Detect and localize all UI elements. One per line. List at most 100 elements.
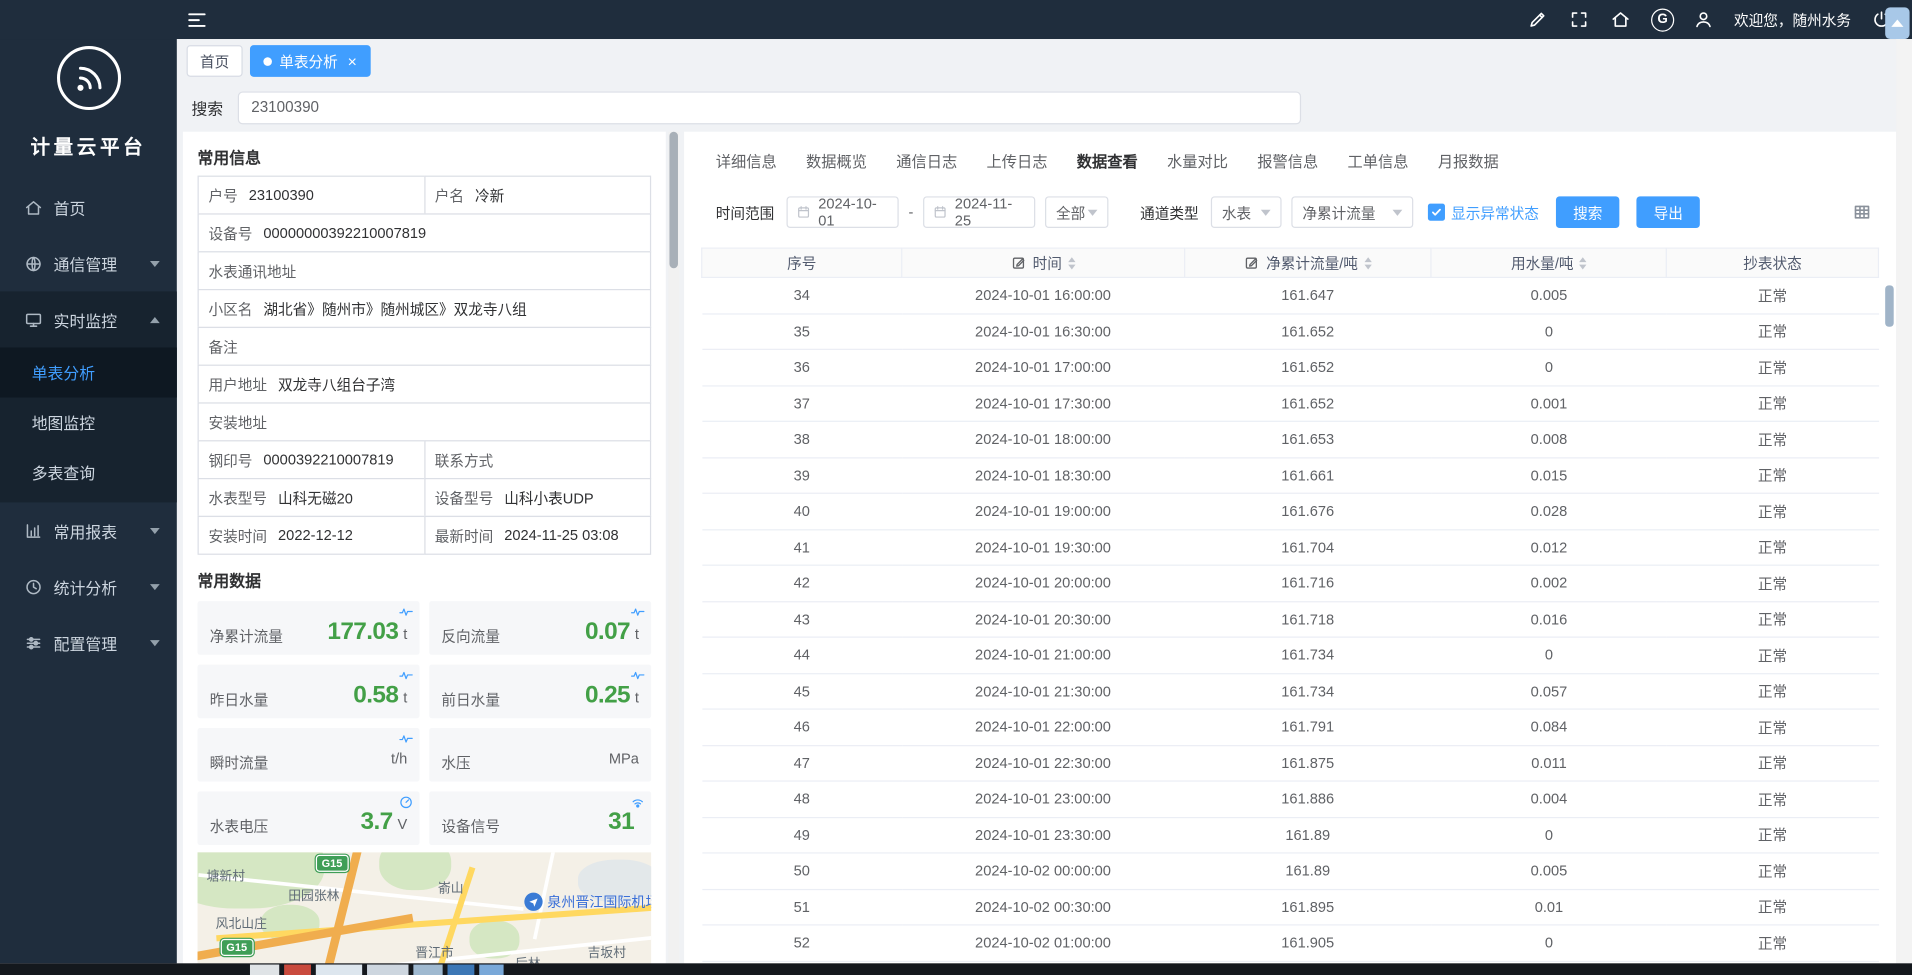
page-scrollbar[interactable]: [1896, 39, 1912, 963]
tab-upload-log[interactable]: 上传日志: [987, 149, 1048, 179]
map-place-label: 嵛山: [438, 880, 464, 898]
search-button[interactable]: 搜索: [1556, 196, 1619, 228]
tab-water-compare[interactable]: 水量对比: [1167, 149, 1228, 179]
table-cell: 50: [702, 853, 902, 889]
sidebar-toggle-icon[interactable]: [185, 8, 208, 31]
tab-single-meter-analysis[interactable]: 单表分析 ×: [250, 45, 370, 77]
column-settings-icon[interactable]: [1852, 202, 1872, 222]
export-button[interactable]: 导出: [1636, 196, 1699, 228]
metric-net-cumulative-flow: 净累计流量177.03t: [198, 601, 420, 655]
table-cell: 161.895: [1184, 889, 1431, 925]
sidebar-item-map-monitor[interactable]: 地图监控: [0, 398, 177, 448]
fullscreen-icon[interactable]: [1568, 8, 1591, 31]
metric-value-group: 0.58t: [353, 681, 407, 709]
edit-column-icon[interactable]: [1244, 255, 1260, 271]
sidebar-item-label: 统计分析: [54, 575, 117, 598]
taskbar-window[interactable]: [413, 965, 442, 975]
tab-home[interactable]: 首页: [187, 45, 243, 77]
table-cell: 正常: [1667, 673, 1879, 709]
sidebar-item-realtime-monitor[interactable]: 实时监控: [0, 291, 177, 347]
search-input[interactable]: [238, 91, 1301, 124]
tab-alarm-info[interactable]: 报警信息: [1257, 149, 1318, 179]
info-panel-scrollbar[interactable]: [668, 132, 679, 964]
table-row[interactable]: 422024-10-01 20:00:00161.7160.002正常: [702, 565, 1879, 601]
taskbar-window[interactable]: [284, 965, 311, 975]
sort-icons[interactable]: [1580, 257, 1587, 269]
table-row[interactable]: 362024-10-01 17:00:00161.6520正常: [702, 349, 1879, 385]
show-abnormal-checkbox[interactable]: 显示异常状态: [1428, 202, 1539, 223]
table-cell: 48: [702, 781, 902, 817]
tab-detail-info[interactable]: 详细信息: [716, 149, 777, 179]
edit-icon[interactable]: [1527, 8, 1550, 31]
table-cell: 正常: [1667, 421, 1879, 457]
taskbar-window[interactable]: [316, 965, 362, 975]
table-row[interactable]: 472024-10-01 22:30:00161.8750.011正常: [702, 745, 1879, 781]
table-cell: 2024-10-01 16:30:00: [902, 313, 1184, 349]
taskbar-window[interactable]: [479, 965, 503, 975]
table-row[interactable]: 432024-10-01 20:30:00161.7180.016正常: [702, 601, 1879, 637]
g-badge-icon[interactable]: G: [1651, 8, 1674, 31]
col-net-flow[interactable]: 净累计流量/吨: [1184, 248, 1431, 277]
sidebar-item-stats-analysis[interactable]: 统计分析: [0, 558, 177, 614]
table-row[interactable]: 392024-10-01 18:30:00161.6610.015正常: [702, 457, 1879, 493]
tab-work-order[interactable]: 工单信息: [1348, 149, 1409, 179]
avatar[interactable]: [1692, 8, 1715, 31]
table-row[interactable]: 442024-10-01 21:00:00161.7340正常: [702, 637, 1879, 673]
tab-comm-log[interactable]: 通信日志: [896, 149, 957, 179]
scrollbar-thumb[interactable]: [669, 132, 678, 269]
sidebar-item-multi-meter-query[interactable]: 多表查询: [0, 448, 177, 498]
os-taskbar[interactable]: [0, 963, 1912, 975]
sidebar-item-common-reports[interactable]: 常用报表: [0, 502, 177, 558]
channel-type-select[interactable]: 水表: [1211, 196, 1282, 228]
range-preset-select[interactable]: 全部: [1045, 196, 1108, 228]
info-grid: 户号23100390户名冷新设备号00000000392210007819水表通…: [198, 176, 652, 555]
sidebar-item-home[interactable]: 首页: [0, 179, 177, 235]
edit-column-icon[interactable]: [1011, 255, 1027, 271]
table-row[interactable]: 412024-10-01 19:30:00161.7040.012正常: [702, 529, 1879, 565]
table-row[interactable]: 482024-10-01 23:00:00161.8860.004正常: [702, 781, 1879, 817]
metric-value: 3.7: [361, 808, 393, 836]
tab-monthly-report[interactable]: 月报数据: [1438, 149, 1499, 179]
table-row[interactable]: 512024-10-02 00:30:00161.8950.01正常: [702, 889, 1879, 925]
col-usage[interactable]: 用水量/吨: [1431, 248, 1666, 277]
table-row[interactable]: 522024-10-02 01:00:00161.9050正常: [702, 925, 1879, 961]
tab-data-overview[interactable]: 数据概览: [806, 149, 867, 179]
clock-icon: [24, 577, 42, 595]
date-from-value: 2024-10-01: [818, 195, 889, 229]
taskbar-window[interactable]: [448, 965, 475, 975]
tab-label: 单表分析: [279, 51, 338, 72]
taskbar-window[interactable]: [250, 965, 279, 975]
table-cell: 2024-10-01 22:30:00: [902, 745, 1184, 781]
table-row[interactable]: 502024-10-02 00:00:00161.890.005正常: [702, 853, 1879, 889]
date-from-input[interactable]: 2024-10-01: [787, 196, 899, 228]
table-row[interactable]: 492024-10-01 23:30:00161.890正常: [702, 817, 1879, 853]
table-scrollbar[interactable]: [1885, 285, 1894, 326]
info-field: 安装时间2022-12-12: [198, 516, 425, 555]
sort-icons[interactable]: [1364, 257, 1371, 269]
airport-label[interactable]: 泉州晋江国际机场: [524, 892, 651, 912]
table-row[interactable]: 352024-10-01 16:30:00161.6520正常: [702, 313, 1879, 349]
table-cell: 正常: [1667, 925, 1879, 961]
sidebar-item-config-mgmt[interactable]: 配置管理: [0, 615, 177, 671]
table-row[interactable]: 462024-10-01 22:00:00161.7910.084正常: [702, 709, 1879, 745]
sidebar-item-single-meter-analysis[interactable]: 单表分析: [0, 348, 177, 398]
date-to-input[interactable]: 2024-11-25: [923, 196, 1035, 228]
sliders-icon: [24, 633, 42, 651]
table-row[interactable]: 452024-10-01 21:30:00161.7340.057正常: [702, 673, 1879, 709]
highway-badge: G15: [220, 939, 253, 956]
table-cell: 161.676: [1184, 493, 1431, 529]
map[interactable]: 塘新村G15嵛山田园张林风北山庄泉州晋江国际机场G15晋江市后林吉坂村普村: [198, 852, 652, 963]
table-row[interactable]: 372024-10-01 17:30:00161.6520.001正常: [702, 385, 1879, 421]
taskbar-window[interactable]: [367, 965, 408, 975]
sort-icons[interactable]: [1068, 257, 1075, 269]
sidebar-item-comm-mgmt[interactable]: 通信管理: [0, 235, 177, 291]
table-row[interactable]: 402024-10-01 19:00:00161.6760.028正常: [702, 493, 1879, 529]
tab-data-view[interactable]: 数据查看: [1077, 149, 1138, 179]
scroll-top-button[interactable]: [1885, 7, 1909, 39]
table-row[interactable]: 382024-10-01 18:00:00161.6530.008正常: [702, 421, 1879, 457]
col-time[interactable]: 时间: [902, 248, 1184, 277]
home-icon[interactable]: [1610, 8, 1633, 31]
metric-select[interactable]: 净累计流量: [1291, 196, 1413, 228]
close-icon[interactable]: ×: [348, 52, 357, 70]
table-row[interactable]: 342024-10-01 16:00:00161.6470.005正常: [702, 277, 1879, 313]
